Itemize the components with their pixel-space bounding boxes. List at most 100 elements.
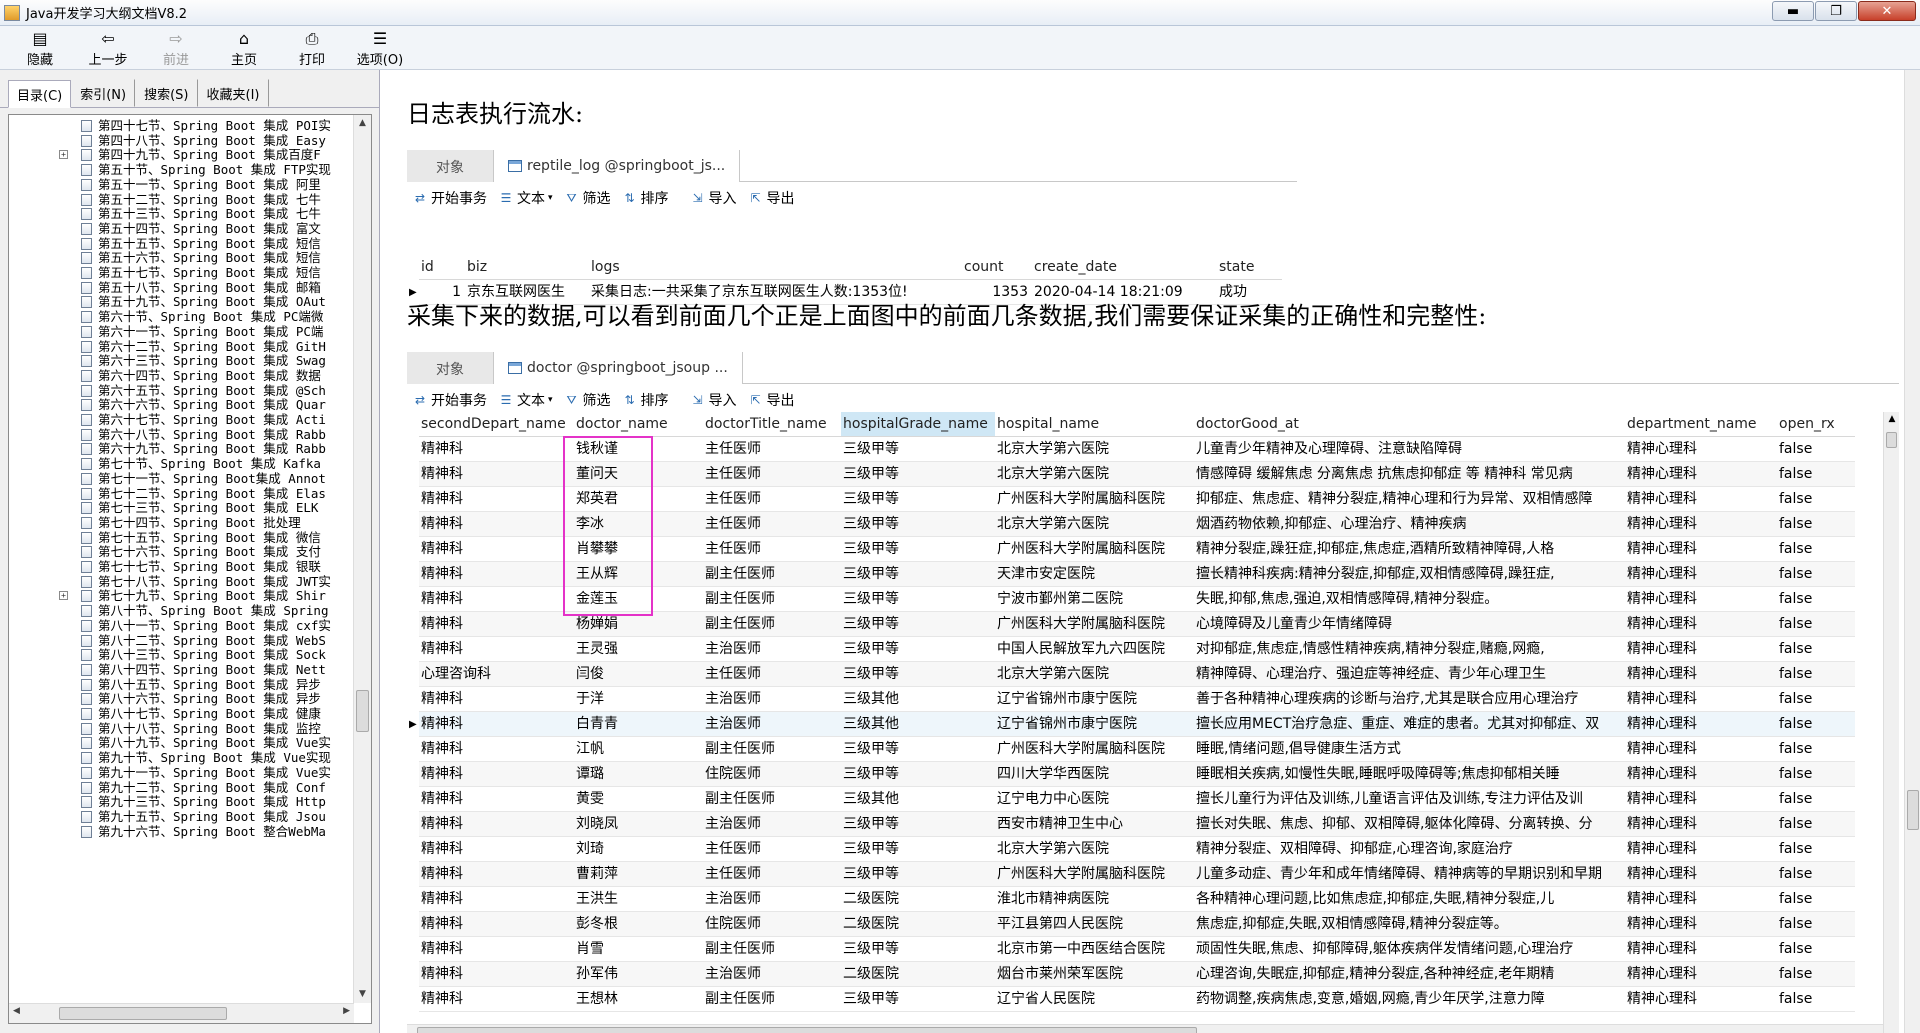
table-cell[interactable]: 主任医师 — [703, 862, 841, 887]
table-cell[interactable]: 主治医师 — [703, 962, 841, 987]
table-cell[interactable]: 四川大学华西医院 — [995, 762, 1194, 787]
table-cell[interactable]: 精神科 — [419, 887, 574, 912]
options-button[interactable]: ☰ 选项(O) — [346, 26, 414, 69]
table-cell[interactable]: 肖雪 — [574, 937, 703, 962]
table-cell[interactable]: 王洪生 — [574, 887, 703, 912]
table-cell[interactable]: 北京大学第六医院 — [995, 437, 1194, 462]
table-horizontal-scrollbar[interactable] — [407, 1024, 1883, 1033]
table-cell[interactable]: 谭璐 — [574, 762, 703, 787]
table-cell[interactable]: 主治医师 — [703, 687, 841, 712]
table-cell[interactable]: 精神科 — [419, 862, 574, 887]
table-cell[interactable]: 白青青 — [574, 712, 703, 737]
table-cell[interactable]: 郑英君 — [574, 487, 703, 512]
table-cell[interactable]: false — [1777, 937, 1855, 962]
scroll-right-icon[interactable]: ▶ — [343, 1006, 350, 1016]
table-cell[interactable]: 精神心理科 — [1625, 737, 1777, 762]
table-cell[interactable]: 金莲玉 — [574, 587, 703, 612]
table-cell[interactable]: 精神心理科 — [1625, 512, 1777, 537]
table-cell[interactable]: 平江县第四人民医院 — [995, 912, 1194, 937]
tab-search[interactable]: 搜索(S) — [135, 79, 198, 107]
table-cell[interactable]: 精神科 — [419, 687, 574, 712]
table-cell[interactable]: 精神心理科 — [1625, 487, 1777, 512]
table-row[interactable]: 精神科 钱秋谨 主任医师 三级甲等 北京大学第六医院 儿童青少年精神及心理障碍、注意缺陷障… — [407, 437, 1899, 462]
table-cell[interactable]: 三级甲等 — [841, 987, 995, 1012]
scroll-up-icon[interactable]: ▲ — [1885, 412, 1899, 426]
table-cell[interactable]: 三级甲等 — [841, 487, 995, 512]
column-header[interactable]: department_name — [1625, 412, 1777, 437]
table-cell[interactable]: 副主任医师 — [703, 562, 841, 587]
table-cell[interactable]: false — [1777, 662, 1855, 687]
table-cell[interactable]: 董问天 — [574, 462, 703, 487]
table-cell[interactable]: 顽固性失眠,焦虑、抑郁障碍,躯体疾病伴发情绪问题,心理治疗 — [1194, 937, 1625, 962]
table-row[interactable]: 精神科 于洋 主治医师 三级其他 辽宁省锦州市康宁医院 善于各种精神心理疾病的诊断与治疗,… — [407, 687, 1899, 712]
table-cell[interactable]: 副主任医师 — [703, 587, 841, 612]
import-button[interactable]: ⇲ 导入 — [691, 390, 737, 410]
table-cell[interactable]: 王想林 — [574, 987, 703, 1012]
tree-horizontal-scrollbar[interactable]: ◀ ▶ — [9, 1003, 354, 1023]
table-cell[interactable]: 主任医师 — [703, 837, 841, 862]
table-cell[interactable]: 精神科 — [419, 912, 574, 937]
table-cell[interactable]: 住院医师 — [703, 912, 841, 937]
table-cell[interactable]: 精神科 — [419, 612, 574, 637]
table-cell[interactable]: 精神科 — [419, 537, 574, 562]
table-cell[interactable]: 黄雯 — [574, 787, 703, 812]
tab-favorites[interactable]: 收藏夹(I) — [198, 79, 269, 107]
scroll-down-icon[interactable]: ▼ — [354, 986, 371, 1003]
table-cell[interactable]: false — [1777, 787, 1855, 812]
table-cell[interactable]: 精神科 — [419, 762, 574, 787]
table-cell[interactable]: 二级医院 — [841, 912, 995, 937]
table-cell[interactable]: 精神分裂症、双相障碍、抑郁症,心理咨询,家庭治疗 — [1194, 837, 1625, 862]
table-cell[interactable]: 肖攀攀 — [574, 537, 703, 562]
tree-vertical-scrollbar[interactable]: ▲ ▼ — [353, 115, 371, 1003]
print-button[interactable]: ⎙ 打印 — [278, 26, 346, 69]
tab-contents[interactable]: 目录(C) — [8, 80, 72, 108]
table-cell[interactable]: 王灵强 — [574, 637, 703, 662]
table-cell[interactable]: 三级甲等 — [841, 762, 995, 787]
table-cell[interactable]: false — [1777, 762, 1855, 787]
table-cell[interactable]: 二级医院 — [841, 962, 995, 987]
table-cell[interactable]: 辽宁电力中心医院 — [995, 787, 1194, 812]
maximize-icon[interactable]: ❐ — [1815, 1, 1857, 21]
back-button[interactable]: ⇦ 上一步 — [74, 26, 142, 69]
table-cell[interactable]: 副主任医师 — [703, 612, 841, 637]
filter-button[interactable]: ⛛ 筛选 — [565, 390, 610, 410]
table-cell[interactable]: false — [1777, 812, 1855, 837]
table-row[interactable]: 精神科 王洪生 主治医师 二级医院 淮北市精神病医院 各种精神心理问题,比如焦虑症,抑郁症… — [407, 887, 1899, 912]
table-cell[interactable]: 北京大学第六医院 — [995, 462, 1194, 487]
column-header[interactable]: state — [1217, 255, 1282, 280]
table-cell[interactable]: 北京大学第六医院 — [995, 512, 1194, 537]
table-cell[interactable]: 三级甲等 — [841, 737, 995, 762]
table-cell[interactable]: false — [1777, 512, 1855, 537]
table-row[interactable]: 精神科 黄雯 副主任医师 三级其他 辽宁电力中心医院 擅长儿童行为评估及训练,儿童语言评估… — [407, 787, 1899, 812]
table-cell[interactable]: 曹莉萍 — [574, 862, 703, 887]
table-row[interactable]: 精神科 王灵强 主治医师 三级甲等 中国人民解放军九六四医院 对抑郁症,焦虑症,情感性精神… — [407, 637, 1899, 662]
table-cell[interactable]: 副主任医师 — [703, 937, 841, 962]
table-row[interactable]: ▶ 精神科 白青青 主治医师 三级其他 辽宁省锦州市康宁医院 擅长应用MECT治疗急症、重症… — [407, 712, 1899, 737]
table-row[interactable]: 精神科 刘晓凤 主治医师 三级甲等 西安市精神卫生中心 擅长对失眠、焦虑、抑郁、双相障碍,… — [407, 812, 1899, 837]
table-cell[interactable]: 三级甲等 — [841, 837, 995, 862]
table-cell[interactable]: 三级甲等 — [841, 512, 995, 537]
import-button[interactable]: ⇲ 导入 — [691, 188, 737, 208]
table-cell[interactable]: 精神心理科 — [1625, 712, 1777, 737]
table-cell[interactable]: 辽宁省人民医院 — [995, 987, 1194, 1012]
table-cell[interactable]: false — [1777, 562, 1855, 587]
table-cell[interactable]: 三级其他 — [841, 687, 995, 712]
table-cell[interactable]: 精神心理科 — [1625, 787, 1777, 812]
table-cell[interactable]: false — [1777, 737, 1855, 762]
table-cell[interactable]: 精神心理科 — [1625, 912, 1777, 937]
table-cell[interactable]: 精神科 — [419, 587, 574, 612]
table-cell[interactable]: 精神心理科 — [1625, 812, 1777, 837]
expand-icon[interactable]: + — [59, 591, 68, 601]
table-cell[interactable]: 刘琦 — [574, 837, 703, 862]
table-cell[interactable]: 北京大学第六医院 — [995, 837, 1194, 862]
table-vertical-scrollbar[interactable]: ▲ — [1883, 412, 1899, 1033]
hide-button[interactable]: ▤ 隐藏 — [6, 26, 74, 69]
tab-table[interactable]: reptile_log @springboot_js... — [493, 150, 741, 182]
table-cell[interactable]: 睡眠相关疾病,如慢性失眠,睡眠呼吸障碍等;焦虑抑郁相关睡 — [1194, 762, 1625, 787]
table-row[interactable]: 精神科 孙军伟 主治医师 二级医院 烟台市莱州荣军医院 心理咨询,失眠症,抑郁症,精神分裂… — [407, 962, 1899, 987]
table-cell[interactable]: false — [1777, 637, 1855, 662]
table-cell[interactable]: false — [1777, 462, 1855, 487]
table-cell[interactable]: false — [1777, 962, 1855, 987]
table-row[interactable]: 精神科 金莲玉 副主任医师 三级甲等 宁波市鄞州第二医院 失眠,抑郁,焦虑,强迫,双相情感… — [407, 587, 1899, 612]
table-cell[interactable]: 儿童青少年精神及心理障碍、注意缺陷障碍 — [1194, 437, 1625, 462]
